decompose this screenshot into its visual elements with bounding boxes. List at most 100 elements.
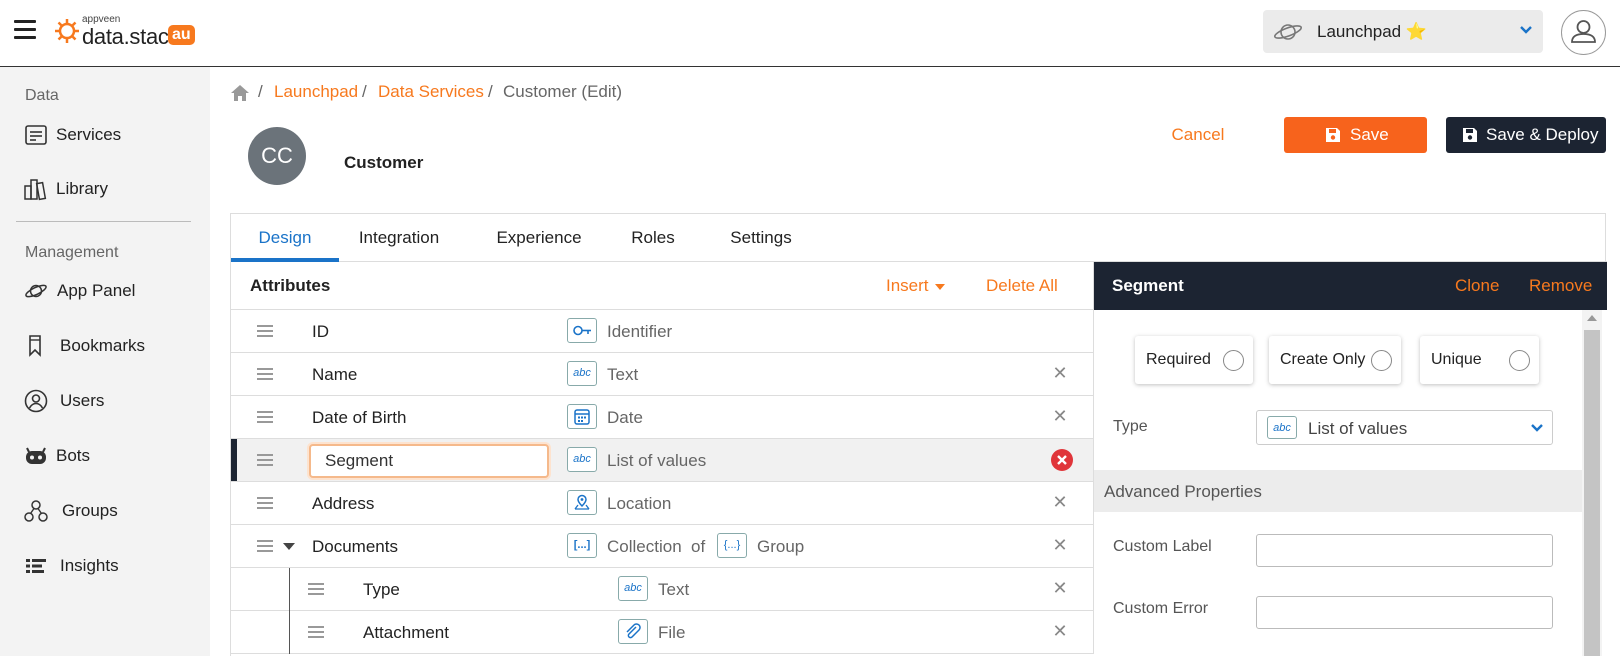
tab-roles[interactable]: Roles <box>623 214 683 262</box>
services-icon <box>25 125 47 145</box>
custom-label-input[interactable] <box>1256 534 1553 567</box>
menu-icon[interactable] <box>14 20 36 40</box>
insert-dropdown[interactable]: Insert <box>886 276 945 296</box>
save-button[interactable]: Save <box>1284 117 1427 153</box>
sidebar: Data Services Library Management App Pan… <box>0 67 210 656</box>
save-icon <box>1326 128 1340 142</box>
sidebar-item-label: Groups <box>62 501 118 520</box>
tab-design[interactable]: Design <box>231 214 339 262</box>
drag-handle-icon[interactable] <box>257 368 273 380</box>
attribute-row-segment[interactable]: abc List of values <box>231 439 1094 482</box>
drag-handle-icon[interactable] <box>257 325 273 337</box>
tab-integration[interactable]: Integration <box>349 214 449 262</box>
selected-indicator <box>231 439 237 481</box>
drag-handle-icon[interactable] <box>308 583 324 595</box>
app-selector-label: Launchpad ⭐ <box>1317 22 1428 41</box>
array-type-icon: [...] <box>567 533 597 558</box>
attribute-type: Collection <box>607 537 682 556</box>
attribute-row-attachment[interactable]: Attachment File ✕ <box>231 611 1094 654</box>
save-deploy-button-label: Save & Deploy <box>1486 125 1599 144</box>
radio-circle[interactable] <box>1509 350 1530 371</box>
clone-button[interactable]: Clone <box>1455 276 1499 296</box>
attribute-name-input[interactable] <box>309 444 549 478</box>
close-icon[interactable]: ✕ <box>1051 579 1069 597</box>
text-type-badge: abc <box>1273 422 1291 434</box>
create-only-toggle[interactable]: Create Only <box>1269 336 1401 384</box>
drag-handle-icon[interactable] <box>308 626 324 638</box>
home-icon[interactable] <box>230 84 250 102</box>
attributes-title: Attributes <box>250 276 331 295</box>
close-icon[interactable]: ✕ <box>1051 407 1069 425</box>
attribute-row-type[interactable]: Type abc Text ✕ <box>231 568 1094 611</box>
drag-handle-icon[interactable] <box>257 497 273 509</box>
create-only-label: Create Only <box>1280 351 1366 368</box>
attribute-row-date-of-birth[interactable]: Date of Birth Date ✕ <box>231 396 1094 439</box>
chevron-down-icon <box>1520 26 1532 34</box>
paperclip-icon <box>618 619 648 644</box>
caret-down-icon <box>934 283 945 290</box>
sidebar-item-bookmarks[interactable]: Bookmarks <box>24 330 204 362</box>
properties-title: Segment <box>1112 276 1184 295</box>
collapse-caret-icon[interactable] <box>283 543 295 550</box>
attribute-row-documents[interactable]: Documents [...] Collection of {...} Grou… <box>231 525 1094 568</box>
sidebar-item-label: App Panel <box>57 281 136 300</box>
sidebar-item-groups[interactable]: Groups <box>24 495 204 527</box>
text-type-icon: abc <box>567 361 597 386</box>
scrollbar-thumb[interactable] <box>1584 330 1600 656</box>
attribute-type: Identifier <box>607 322 673 341</box>
custom-error-input[interactable] <box>1256 596 1553 629</box>
type-select-value: List of values <box>1308 419 1408 438</box>
text-type-badge: abc <box>573 453 591 465</box>
advanced-properties-section[interactable]: Advanced Properties <box>1094 470 1584 512</box>
sidebar-item-bots[interactable]: Bots <box>24 440 204 472</box>
attribute-type: File <box>658 623 686 642</box>
attribute-type: Location <box>607 494 672 513</box>
tab-settings[interactable]: Settings <box>721 214 801 262</box>
user-avatar-button[interactable] <box>1561 10 1606 55</box>
attribute-name: Address <box>312 494 375 513</box>
attribute-row-address[interactable]: Address Location ✕ <box>231 482 1094 525</box>
sidebar-item-services[interactable]: Services <box>24 119 204 151</box>
sidebar-item-app-panel[interactable]: App Panel <box>24 275 204 307</box>
sidebar-item-library[interactable]: Library <box>24 173 204 205</box>
close-icon[interactable]: ✕ <box>1051 364 1069 382</box>
attribute-row-id[interactable]: ID Identifier <box>231 310 1094 353</box>
close-icon[interactable]: ✕ <box>1051 622 1069 640</box>
app-selector[interactable]: Launchpad ⭐ <box>1263 10 1543 53</box>
text-type-icon: abc <box>1267 416 1297 439</box>
bookmark-icon <box>29 335 41 357</box>
delete-all-button[interactable]: Delete All <box>986 276 1058 296</box>
sidebar-item-label: Bots <box>56 446 91 465</box>
attribute-subtype: Group <box>757 537 805 556</box>
sidebar-divider <box>16 221 191 222</box>
scroll-up-icon[interactable] <box>1587 315 1597 321</box>
sidebar-item-insights[interactable]: Insights <box>24 550 204 582</box>
properties-scrollbar[interactable] <box>1582 310 1602 656</box>
unique-label: Unique <box>1431 351 1482 368</box>
unique-toggle[interactable]: Unique <box>1420 336 1539 384</box>
sidebar-item-users[interactable]: Users <box>24 385 204 417</box>
save-deploy-button[interactable]: Save & Deploy <box>1446 117 1606 153</box>
tab-experience[interactable]: Experience <box>489 214 589 262</box>
designer-panel: Design Integration Experience Roles Sett… <box>230 213 1607 657</box>
close-icon[interactable]: ✕ <box>1051 493 1069 511</box>
logo[interactable]: appveen data.stack au <box>52 12 232 52</box>
cancel-button[interactable]: Cancel <box>1162 117 1234 153</box>
attribute-row-name[interactable]: Name abc Text ✕ <box>231 353 1094 396</box>
breadcrumb-data-services[interactable]: Data Services <box>378 82 484 102</box>
breadcrumb-launchpad[interactable]: Launchpad <box>274 82 358 102</box>
radio-circle[interactable] <box>1223 350 1244 371</box>
attribute-name: Date of Birth <box>312 408 407 427</box>
radio-circle[interactable] <box>1371 350 1392 371</box>
drag-handle-icon[interactable] <box>257 411 273 423</box>
sidebar-section-data: Data <box>25 87 59 104</box>
required-toggle[interactable]: Required <box>1135 336 1253 384</box>
remove-attribute-icon[interactable] <box>1051 449 1073 471</box>
close-icon[interactable]: ✕ <box>1051 536 1069 554</box>
remove-button[interactable]: Remove <box>1529 276 1592 296</box>
custom-error-label: Custom Error <box>1113 600 1209 617</box>
drag-handle-icon[interactable] <box>257 454 273 466</box>
user-icon <box>24 389 48 413</box>
drag-handle-icon[interactable] <box>257 540 273 552</box>
type-select[interactable]: abc List of values <box>1256 410 1553 445</box>
